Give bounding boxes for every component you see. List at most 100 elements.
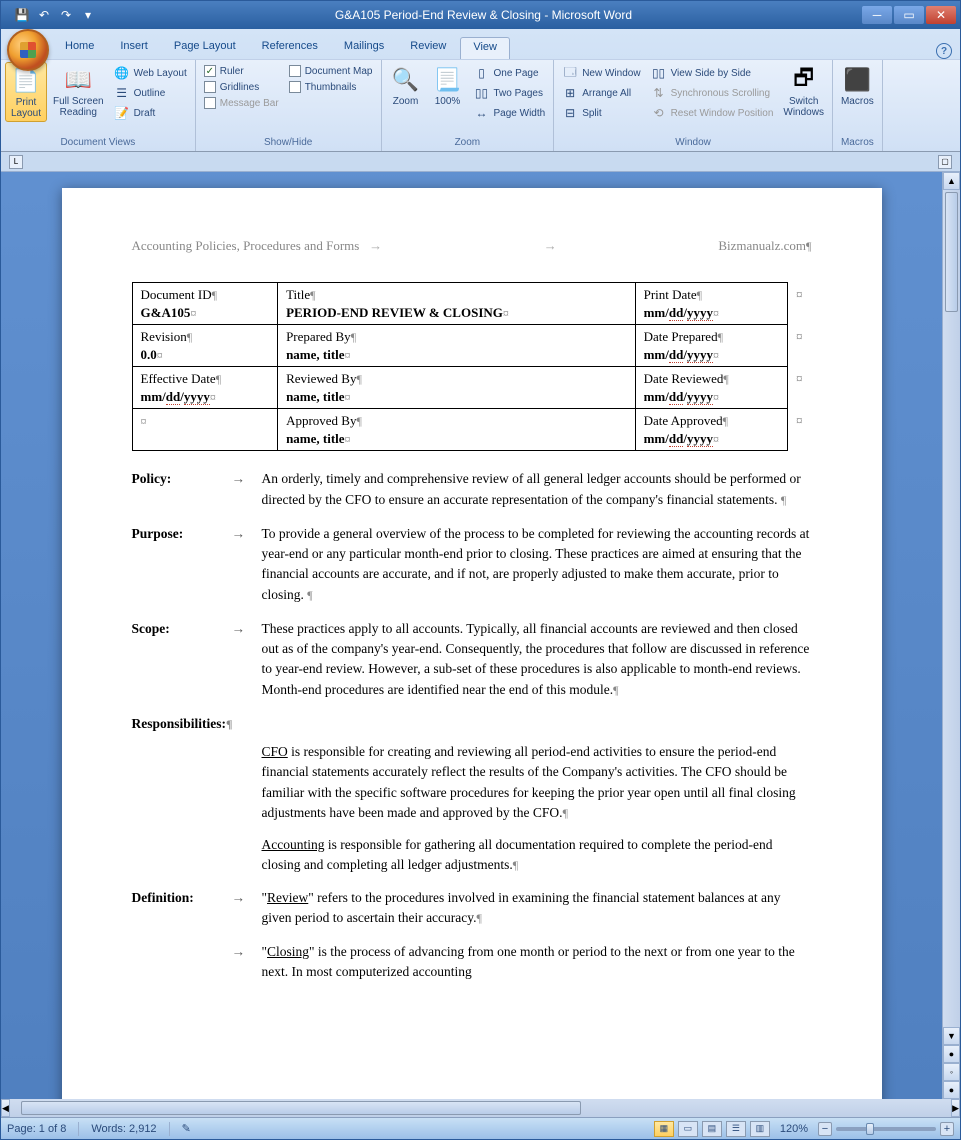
tab-arrow-icon: →	[232, 942, 262, 983]
office-button[interactable]	[7, 29, 49, 71]
view-full-screen-button[interactable]: ▭	[678, 1121, 698, 1137]
document-scroll[interactable]: Accounting Policies, Procedures and Form…	[1, 172, 942, 1099]
scroll-up-button[interactable]: ▲	[943, 172, 960, 190]
definition-review-text: "Review" refers to the procedures involv…	[262, 888, 812, 929]
page-header: Accounting Policies, Procedures and Form…	[132, 238, 812, 254]
undo-icon[interactable]: ↶	[35, 6, 53, 24]
scroll-down-button[interactable]: ▼	[943, 1027, 960, 1045]
scroll-thumb[interactable]	[945, 192, 958, 312]
ribbon-area: Home Insert Page Layout References Maili…	[1, 29, 960, 152]
proofing-icon[interactable]: ✎	[182, 1122, 191, 1135]
redo-icon[interactable]: ↷	[57, 6, 75, 24]
maximize-button[interactable]: ▭	[894, 6, 924, 24]
tab-arrow-icon: →	[232, 619, 262, 700]
switch-windows-button[interactable]: 🗗 SwitchWindows	[779, 62, 828, 120]
purpose-text: To provide a general overview of the pro…	[262, 524, 812, 605]
browse-object-button[interactable]: ◦	[943, 1063, 960, 1081]
ruler-toggle-button[interactable]: ▢	[938, 155, 952, 169]
reset-position-icon: ⟲	[651, 105, 667, 121]
table-cell: Reviewed By¶name, title¤	[278, 367, 636, 409]
table-cell: Approved By¶name, title¤	[278, 409, 636, 451]
thumbnails-checkbox[interactable]: Thumbnails	[287, 80, 375, 94]
page-width-icon: ↔	[474, 105, 490, 121]
tab-home[interactable]: Home	[53, 37, 106, 59]
tab-insert[interactable]: Insert	[108, 37, 160, 59]
view-outline-button[interactable]: ☰	[726, 1121, 746, 1137]
qat-customize-icon[interactable]: ▾	[79, 6, 97, 24]
group-show-hide: ✓Ruler Gridlines Message Bar Document Ma…	[196, 60, 382, 151]
definition-closing-text: "Closing" is the process of advancing fr…	[262, 942, 812, 983]
arrange-all-button[interactable]: ⊞Arrange All	[560, 84, 642, 102]
table-cell: Date Reviewed¶mm/dd/yyyy¤	[635, 367, 787, 409]
scroll-track[interactable]	[943, 190, 960, 1027]
split-icon: ⊟	[562, 105, 578, 121]
scroll-left-button[interactable]: ◀	[1, 1099, 10, 1117]
zoom-level[interactable]: 120%	[780, 1123, 808, 1135]
close-button[interactable]: ✕	[926, 6, 956, 24]
zoom-slider-thumb[interactable]	[866, 1123, 874, 1135]
status-page[interactable]: Page: 1 of 8	[7, 1123, 66, 1135]
save-icon[interactable]: 💾	[13, 6, 31, 24]
tab-arrow-icon: →	[232, 888, 262, 929]
one-page-icon: ▯	[474, 65, 490, 81]
vertical-scrollbar[interactable]: ▲ ▼ ● ◦ ●	[942, 172, 960, 1099]
side-by-side-button[interactable]: ▯▯View Side by Side	[649, 64, 776, 82]
ruler-checkbox[interactable]: ✓Ruler	[202, 64, 281, 78]
scroll-right-button[interactable]: ▶	[951, 1099, 960, 1117]
minimize-button[interactable]: ─	[862, 6, 892, 24]
ruler-bar: L ▢	[1, 152, 960, 172]
reset-position-button[interactable]: ⟲Reset Window Position	[649, 104, 776, 122]
document-area: Accounting Policies, Procedures and Form…	[1, 172, 960, 1099]
browse-next-button[interactable]: ●	[943, 1081, 960, 1099]
zoom-out-button[interactable]: −	[818, 1122, 832, 1136]
message-bar-checkbox[interactable]: Message Bar	[202, 96, 281, 110]
browse-prev-button[interactable]: ●	[943, 1045, 960, 1063]
tab-mailings[interactable]: Mailings	[332, 37, 396, 59]
row-end-mark: ¤	[788, 325, 812, 367]
web-layout-button[interactable]: 🌐Web Layout	[112, 64, 189, 82]
zoom-in-button[interactable]: +	[940, 1122, 954, 1136]
titlebar: 💾 ↶ ↷ ▾ G&A105 Period-End Review & Closi…	[1, 1, 960, 29]
document-map-checkbox[interactable]: Document Map	[287, 64, 375, 78]
split-button[interactable]: ⊟Split	[560, 104, 642, 122]
document-page[interactable]: Accounting Policies, Procedures and Form…	[62, 188, 882, 1099]
tab-page-layout[interactable]: Page Layout	[162, 37, 248, 59]
outline-button[interactable]: ☰Outline	[112, 84, 189, 102]
zoom-button[interactable]: 🔍 Zoom	[386, 62, 426, 109]
zoom-100-button[interactable]: 📃 100%	[428, 62, 468, 109]
horizontal-scrollbar[interactable]: ◀ ▶	[1, 1099, 960, 1117]
side-by-side-icon: ▯▯	[651, 65, 667, 81]
two-pages-button[interactable]: ▯▯Two Pages	[472, 84, 548, 102]
hscroll-thumb[interactable]	[21, 1101, 581, 1115]
view-web-layout-button[interactable]: ▤	[702, 1121, 722, 1137]
tab-review[interactable]: Review	[398, 37, 458, 59]
help-icon[interactable]: ?	[936, 43, 952, 59]
view-draft-button[interactable]: ▥	[750, 1121, 770, 1137]
status-words[interactable]: Words: 2,912	[91, 1123, 156, 1135]
tab-references[interactable]: References	[250, 37, 330, 59]
zoom-slider[interactable]	[836, 1127, 936, 1131]
print-layout-button[interactable]: 📄 PrintLayout	[5, 62, 47, 122]
tab-selector-button[interactable]: L	[9, 155, 23, 169]
draft-button[interactable]: 📝Draft	[112, 104, 189, 122]
new-window-button[interactable]: 🗔New Window	[560, 64, 642, 82]
header-tab-arrow: →	[544, 238, 557, 254]
document-info-table: Document ID¶G&A105¤Title¶PERIOD-END REVI…	[132, 282, 812, 451]
full-screen-reading-button[interactable]: 📖 Full ScreenReading	[49, 62, 108, 120]
new-window-icon: 🗔	[562, 65, 578, 81]
group-window: 🗔New Window ⊞Arrange All ⊟Split ▯▯View S…	[554, 60, 833, 151]
header-right: Bizmanualz.com¶	[718, 238, 811, 254]
page-width-button[interactable]: ↔Page Width	[472, 104, 548, 122]
group-document-views: 📄 PrintLayout 📖 Full ScreenReading 🌐Web …	[1, 60, 196, 151]
table-row: Revision¶0.0¤Prepared By¶name, title¤Dat…	[132, 325, 811, 367]
tab-view[interactable]: View	[460, 37, 510, 59]
window-title: G&A105 Period-End Review & Closing - Mic…	[105, 8, 862, 22]
view-print-layout-button[interactable]: ▦	[654, 1121, 674, 1137]
ribbon-tabs: Home Insert Page Layout References Maili…	[53, 37, 510, 59]
one-page-button[interactable]: ▯One Page	[472, 64, 548, 82]
macros-button[interactable]: ⬛ Macros	[837, 62, 878, 109]
definition-closing-section: → "Closing" is the process of advancing …	[132, 942, 812, 983]
gridlines-checkbox[interactable]: Gridlines	[202, 80, 281, 94]
definition-review-section: Definition: → "Review" refers to the pro…	[132, 888, 812, 929]
sync-scroll-button[interactable]: ⇅Synchronous Scrolling	[649, 84, 776, 102]
